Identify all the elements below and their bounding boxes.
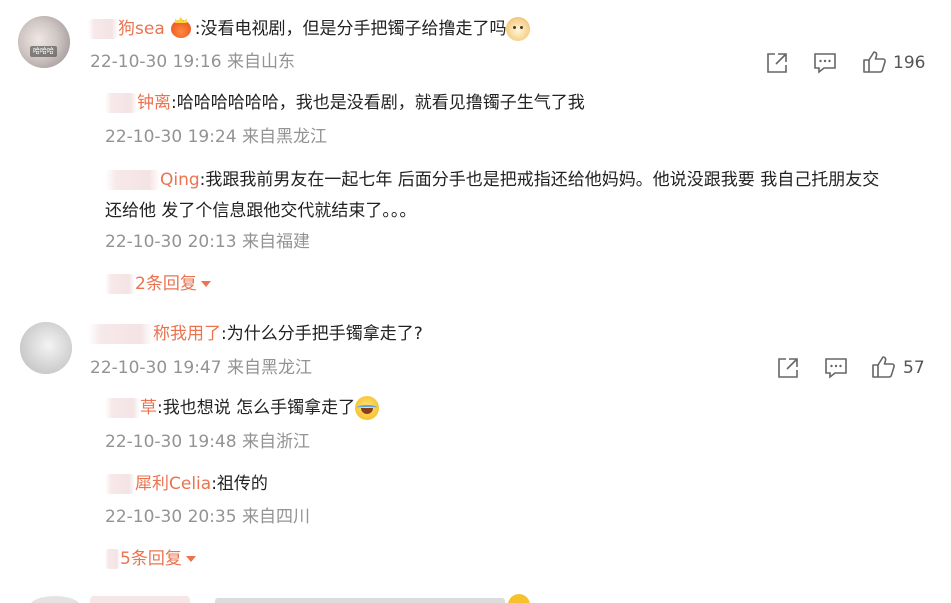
reply-username[interactable]: 钟离 <box>137 93 171 113</box>
username-blur <box>90 596 190 603</box>
comment-text: :没看电视剧，但是分手把镯子给撸走了吗 <box>194 19 507 39</box>
reply-meta: 22-10-30 19:48 来自浙江 <box>105 432 310 452</box>
share-icon[interactable] <box>764 50 790 76</box>
more-replies-link[interactable]: 5条回复 <box>105 547 196 571</box>
avatar[interactable] <box>20 322 72 374</box>
reply-meta: 22-10-30 19:24 来自黑龙江 <box>105 127 327 147</box>
reply-text-continued: 还给他 发了个信息跟他交代就结束了。。。 <box>105 201 417 221</box>
username-blur <box>105 398 140 418</box>
reply-text: :哈哈哈哈哈哈，我也是没看剧，就看见撸镯子生气了我 <box>171 93 585 113</box>
thumbs-up-icon[interactable] <box>861 49 887 75</box>
comment-username[interactable]: 狗sea <box>118 19 165 39</box>
comment-username[interactable]: 称我用了 <box>153 324 221 344</box>
username-blur <box>88 324 153 344</box>
avatar[interactable]: 哈哈哈 <box>18 16 70 68</box>
comment-body: 称我用了:为什么分手把手镯拿走了? <box>88 322 423 346</box>
reply-username[interactable]: Qing <box>160 170 200 190</box>
thumbs-up-icon[interactable] <box>870 354 896 380</box>
emoji-icon <box>508 594 530 603</box>
reply-body: 钟离:哈哈哈哈哈哈，我也是没看剧，就看见撸镯子生气了我 <box>105 91 585 115</box>
comment-meta: 22-10-30 19:47 来自黑龙江 <box>90 358 312 378</box>
caret-down-icon <box>200 281 211 287</box>
share-icon[interactable] <box>775 355 801 381</box>
username-blur <box>88 19 118 39</box>
reply-text: :祖传的 <box>211 474 268 494</box>
more-replies-label: 5条回复 <box>120 549 182 569</box>
username-blur <box>105 474 135 494</box>
username-blur <box>105 93 137 113</box>
next-comment-peek <box>0 592 951 603</box>
username-blur <box>105 170 160 190</box>
comment-body: 狗sea :没看电视剧，但是分手把镯子给撸走了吗 <box>88 17 531 41</box>
avatar-badge: 哈哈哈 <box>30 46 57 57</box>
like-count: 57 <box>903 358 925 378</box>
reply-text: :我跟我前男友在一起七年 后面分手也是把戒指还给他妈妈。他说没跟我要 我自己托朋… <box>199 170 880 190</box>
comment-text-peek <box>215 598 505 603</box>
username-blur <box>105 549 120 569</box>
dog-emoji-icon <box>506 17 531 41</box>
laughing-emoji-icon <box>355 396 380 420</box>
reply-body: 草:我也想说 怎么手镯拿走了 <box>105 396 380 420</box>
reply-body: 犀利Celia:祖传的 <box>105 472 268 496</box>
vip-crown-icon <box>170 20 191 38</box>
reply-body: Qing:我跟我前男友在一起七年 后面分手也是把戒指还给他妈妈。他说没跟我要 我… <box>105 168 879 192</box>
reply-meta: 22-10-30 20:13 来自福建 <box>105 232 310 252</box>
reply-text: :我也想说 怎么手镯拿走了 <box>157 398 356 418</box>
reply-username[interactable]: 草 <box>140 398 157 418</box>
reply-username[interactable]: 犀利Celia <box>135 474 211 494</box>
like-count: 196 <box>893 53 926 73</box>
comment-text: :为什么分手把手镯拿走了? <box>221 324 423 344</box>
caret-down-icon <box>185 556 196 562</box>
avatar <box>30 596 80 603</box>
comment-meta: 22-10-30 19:16 来自山东 <box>90 52 295 72</box>
reply-meta: 22-10-30 20:35 来自四川 <box>105 507 310 527</box>
comment-icon[interactable] <box>823 355 849 381</box>
username-blur <box>105 274 135 294</box>
comment-icon[interactable] <box>812 50 838 76</box>
more-replies-link[interactable]: 2条回复 <box>105 272 211 296</box>
more-replies-label: 2条回复 <box>135 274 197 294</box>
